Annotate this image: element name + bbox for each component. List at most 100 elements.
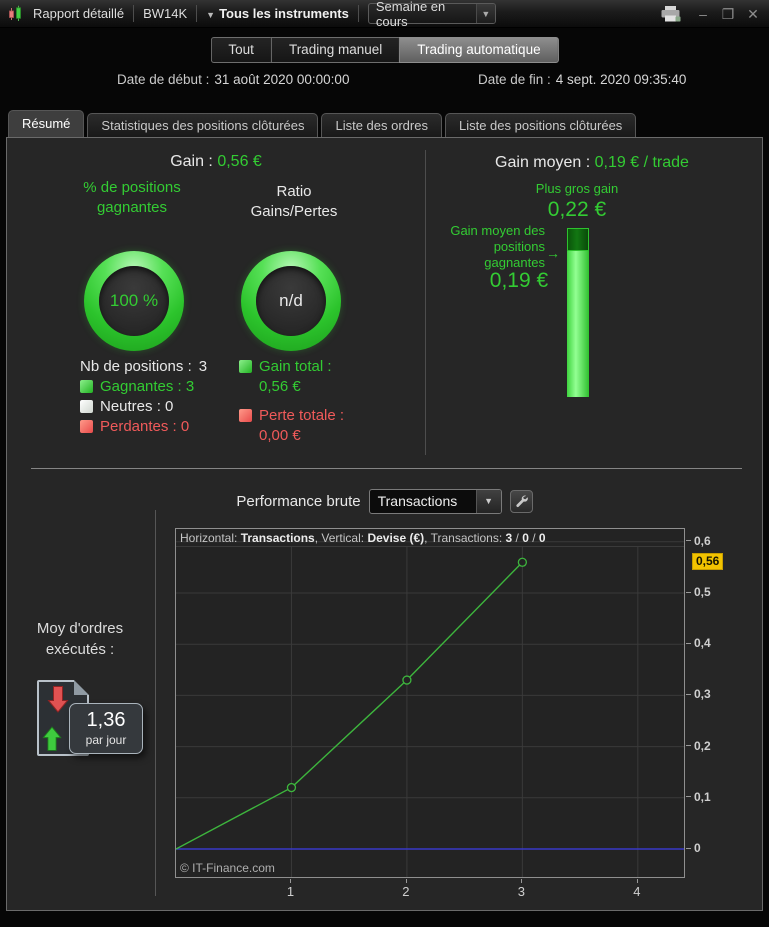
printer-icon[interactable] — [660, 5, 682, 23]
period-select-value: Semaine en cours — [375, 0, 446, 29]
summary-panel: Gain : 0,56 € % de positions gagnantes R… — [6, 137, 763, 911]
chevron-down-icon: ▼ — [206, 10, 216, 20]
avg-gain-label: Gain moyen : — [495, 154, 591, 171]
date-start: Date de début : 31 août 2020 00:00:00 — [117, 72, 349, 87]
win-percent-gauge: 100 % — [84, 251, 184, 351]
orders-avg-value: 1,36 — [86, 709, 126, 731]
total-gain-row: Gain total : 0,56 € — [239, 357, 379, 397]
y-tick-label: 0,3 — [686, 687, 711, 701]
tab-liste-des-ordres[interactable]: Liste des ordres — [321, 113, 442, 137]
chart-settings-button[interactable] — [509, 489, 533, 513]
green-swatch-icon — [80, 379, 93, 393]
filter-button-trading-automatique[interactable]: Trading automatique — [399, 37, 559, 63]
titlebar-divider — [133, 5, 135, 22]
tab-resume[interactable]: Résumé — [8, 110, 85, 137]
positions-count-value: 3 — [198, 357, 208, 375]
avg-gain-heading: Gain moyen : 0,19 € / trade — [427, 154, 757, 172]
biggest-gain-label: Plus gros gain — [535, 181, 619, 196]
winning-positions-row: Gagnantes : 3 — [80, 376, 207, 396]
current-value-badge: 0,56 — [692, 553, 724, 571]
tab-statistiques-positions-cloturees[interactable]: Statistiques des positions clôturées — [87, 113, 319, 137]
y-tick-label: 0,1 — [686, 790, 711, 804]
horizontal-divider — [31, 468, 742, 469]
orders-avg-badge: 1,36 par jour — [69, 703, 143, 754]
x-tick-mark — [405, 879, 407, 883]
ratio-value: n/d — [279, 291, 303, 310]
period-select[interactable]: Semaine en cours ▼ — [367, 0, 496, 29]
y-tick-label: 0,2 — [686, 739, 711, 753]
orders-avg-unit: par jour — [85, 733, 127, 747]
report-window: Rapport détaillé BW14K ▼ Tous les instrum… — [0, 0, 769, 927]
gauge-remainder-segment — [567, 228, 589, 251]
total-loss-row: Perte totale : 0,00 € — [239, 406, 379, 446]
gain-value: 0,56 € — [217, 153, 262, 170]
instrument-code: BW14K — [143, 6, 188, 21]
avg-winning-gain-value: 0,19 € — [489, 269, 549, 292]
gain-loss-ratio-gauge: n/d — [241, 251, 341, 351]
x-tick-label: 2 — [402, 884, 410, 899]
tab-liste-positions-cloturees[interactable]: Liste des positions clôturées — [444, 113, 637, 137]
date-end: Date de fin : 4 sept. 2020 09:35:40 — [478, 72, 686, 87]
report-tabs: Résumé Statistiques des positions clôtur… — [8, 110, 637, 137]
x-tick-mark — [290, 879, 292, 883]
instruments-menu[interactable]: ▼ Tous les instruments — [206, 6, 349, 21]
performance-chart: Horizontal: Transactions, Vertical: Devi… — [175, 528, 685, 878]
data-point — [402, 675, 412, 685]
positions-stats: Nb de positions : 3 Gagnantes : 3 Neutre… — [80, 356, 207, 436]
totals-stats: Gain total : 0,56 € Perte totale : 0,00 … — [239, 357, 379, 455]
y-tick-label: 0,5 — [686, 585, 711, 599]
trading-mode-filter: Tout Trading manuel Trading automatique — [210, 37, 559, 63]
gain-heading: Gain : 0,56 € — [7, 153, 425, 171]
date-end-label: Date de fin : — [478, 72, 551, 87]
arrow-right-icon: → — [546, 245, 560, 261]
neutral-positions-row: Neutres : 0 — [80, 396, 207, 416]
avg-gain-value: 0,19 € / trade — [594, 154, 689, 171]
chart-mode-value: Transactions — [377, 493, 458, 509]
avg-winning-gain-label: Gain moyen des positions gagnantes — [450, 223, 545, 270]
win-percent-value: 100 % — [109, 291, 159, 310]
data-point — [517, 557, 528, 567]
titlebar-divider — [196, 5, 198, 22]
minimize-button[interactable]: – — [695, 0, 711, 28]
y-tick-label: 0,6 — [686, 534, 711, 548]
title-bar: Rapport détaillé BW14K ▼ Tous les instrum… — [0, 0, 769, 29]
white-swatch-icon — [80, 399, 93, 413]
page-fold-icon — [74, 680, 89, 695]
maximize-button[interactable]: ❐ — [720, 0, 736, 28]
positions-count-label: Nb de positions : — [80, 357, 192, 375]
gain-label: Gain : — [170, 153, 213, 170]
x-tick-mark — [521, 879, 523, 883]
gauge-value-segment — [567, 251, 589, 397]
close-button[interactable]: ✕ — [745, 0, 761, 28]
chart-y-axis: 0 0,1 0,2 0,3 0,4 0,5 0,6 0,56 — [686, 528, 764, 878]
date-start-value: 31 août 2020 00:00:00 — [214, 72, 350, 87]
chart-x-axis: 1 2 3 4 — [175, 879, 685, 901]
ratio-label: Ratio Gains/Pertes — [250, 183, 338, 220]
chevron-down-icon[interactable]: ▼ — [475, 4, 495, 23]
x-tick-mark — [636, 879, 638, 883]
window-title: Rapport détaillé — [33, 6, 125, 21]
red-down-arrow-icon — [47, 686, 69, 713]
performance-header: Performance brute Transactions ▼ — [7, 488, 762, 514]
filter-button-tout[interactable]: Tout — [210, 37, 271, 63]
x-tick-label: 1 — [286, 884, 295, 899]
win-percent-label: % de positions gagnantes — [83, 179, 181, 216]
performance-chart-plot — [176, 541, 684, 877]
green-up-arrow-icon — [42, 726, 62, 751]
red-swatch-icon — [80, 419, 93, 433]
y-tick-label: 0,4 — [686, 636, 711, 650]
watermark: © IT-Finance.com — [180, 861, 275, 875]
wrench-icon — [516, 495, 528, 507]
x-tick-label: 3 — [517, 884, 525, 899]
chart-mode-select[interactable]: Transactions ▼ — [368, 488, 502, 514]
x-tick-label: 4 — [633, 884, 641, 899]
chevron-down-icon[interactable]: ▼ — [475, 489, 501, 513]
gain-bar-gauge — [567, 228, 589, 397]
filter-button-trading-manuel[interactable]: Trading manuel — [270, 37, 400, 63]
date-start-label: Date de début : — [117, 72, 210, 87]
vertical-divider — [155, 510, 156, 896]
green-swatch-icon — [239, 360, 252, 373]
losing-positions-row: Perdantes : 0 — [80, 416, 207, 436]
titlebar-divider — [357, 5, 359, 22]
vertical-divider — [425, 150, 426, 455]
